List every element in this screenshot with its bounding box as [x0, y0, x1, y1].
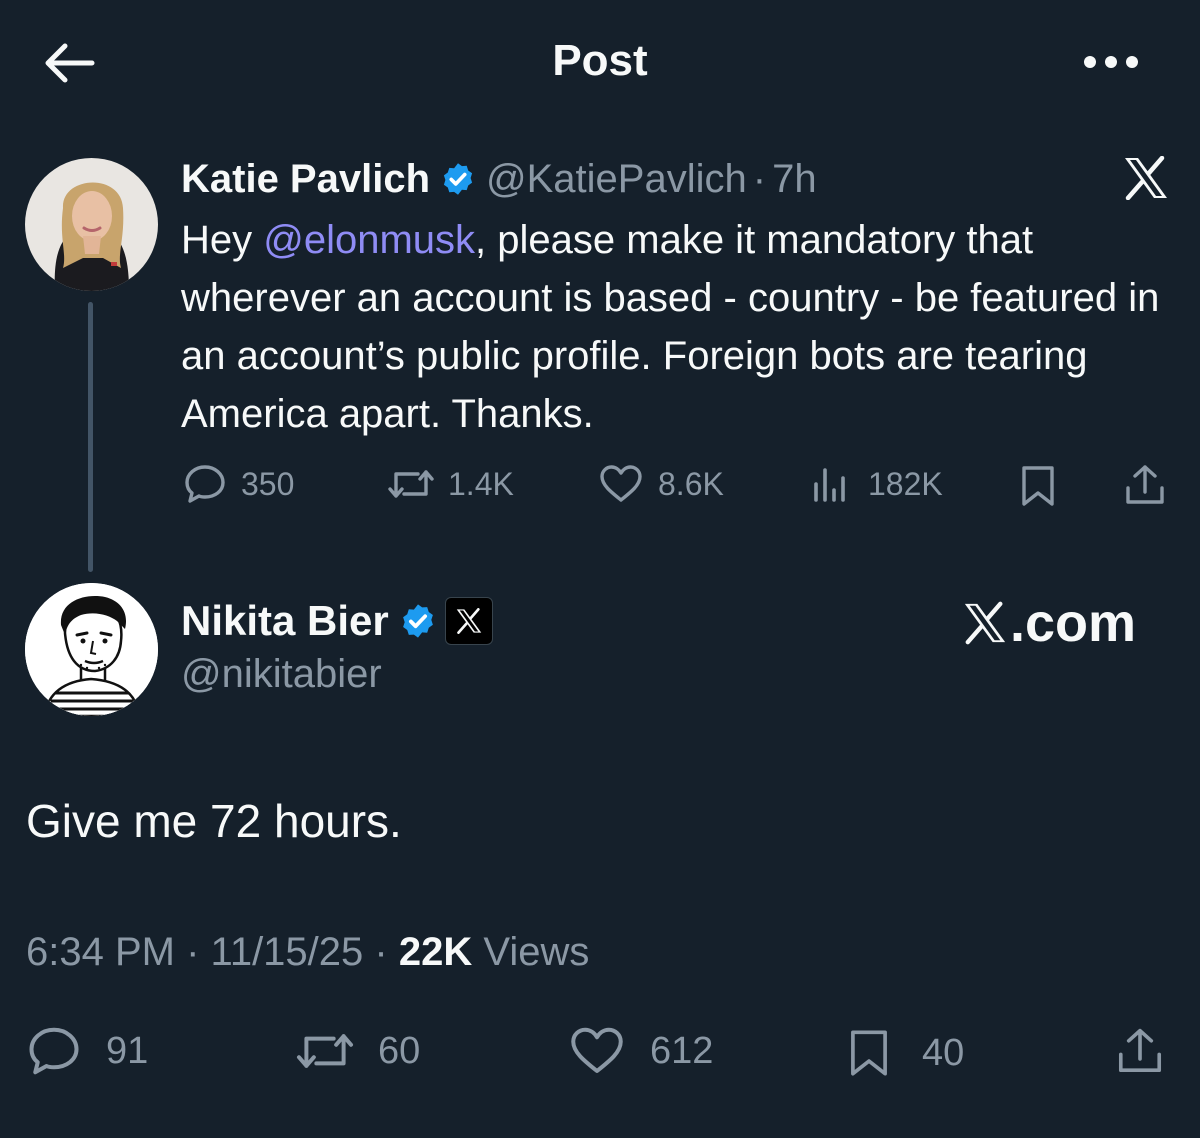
analytics-icon [814, 468, 845, 502]
repost-button[interactable]: 60 [294, 1026, 420, 1076]
reply-button[interactable]: 350 [183, 464, 294, 504]
x-com-label: .com [1010, 593, 1137, 653]
reply-count: 91 [106, 1029, 149, 1072]
repost-count: 60 [378, 1029, 421, 1072]
like-count: 612 [650, 1029, 714, 1072]
x-logo-icon [964, 601, 1006, 645]
tweet-text: Hey @elonmusk, please make it mandatory … [181, 211, 1166, 443]
mention-link[interactable]: @elonmusk [263, 218, 475, 262]
repost-icon [388, 470, 434, 498]
affiliation-badge[interactable] [444, 597, 493, 645]
author-handle[interactable]: @KatiePavlich [486, 157, 747, 202]
views-label: Views [483, 930, 590, 974]
views-count[interactable]: 22K [399, 930, 472, 974]
x-logo-icon [456, 608, 481, 634]
like-count: 8.6K [658, 465, 724, 502]
bookmark-button[interactable] [1018, 464, 1058, 508]
verified-badge-icon [443, 163, 473, 195]
like-button[interactable]: 8.6K [598, 464, 724, 504]
reply-icon [29, 1027, 79, 1075]
thread-connector [88, 302, 93, 572]
separator: · [374, 930, 388, 974]
x-logo-icon [1125, 156, 1167, 200]
author-handle[interactable]: @nikitabier [181, 652, 382, 697]
verified-badge-icon [402, 604, 433, 638]
heart-icon [571, 1027, 623, 1073]
main-tweet-header: Nikita Bier [181, 594, 493, 648]
author-name[interactable]: Katie Pavlich [181, 157, 430, 202]
heart-icon [600, 465, 642, 502]
x-com-watermark: .com [962, 592, 1136, 654]
avatar[interactable] [25, 158, 158, 291]
bookmark-count: 40 [922, 1031, 965, 1074]
author-name[interactable]: Nikita Bier [181, 597, 389, 645]
more-horizontal-icon [1084, 56, 1138, 68]
separator: · [752, 156, 767, 201]
share-icon [1118, 1028, 1162, 1073]
text-prefix: Hey [181, 218, 264, 262]
timestamp[interactable]: 7h [772, 157, 817, 202]
tweet-time[interactable]: 6:34 PM [26, 930, 175, 974]
view-count: 182K [868, 465, 943, 502]
like-button[interactable]: 612 [568, 1026, 713, 1076]
tweet-date[interactable]: 11/15/25 [211, 930, 364, 974]
repost-button[interactable]: 1.4K [386, 464, 514, 504]
bookmark-icon [851, 1030, 887, 1076]
reply-button[interactable]: 91 [26, 1026, 148, 1076]
more-options-button[interactable] [1080, 48, 1142, 76]
share-button[interactable] [1122, 462, 1168, 508]
tweet-text: Give me 72 hours. [26, 795, 402, 847]
share-icon [1126, 465, 1164, 504]
reply-count: 350 [241, 465, 295, 502]
repost-icon [296, 1034, 354, 1068]
parent-tweet-header: Katie Pavlich @KatiePavlich · 7h [181, 152, 817, 206]
avatar[interactable] [25, 583, 158, 716]
share-button[interactable] [1114, 1024, 1166, 1078]
views-button[interactable]: 182K [810, 464, 943, 504]
repost-count: 1.4K [448, 465, 514, 502]
page-title: Post [552, 36, 648, 85]
bookmark-button[interactable]: 40 [846, 1026, 964, 1080]
separator: · [186, 930, 200, 974]
reply-icon [185, 465, 225, 503]
tweet-meta: 6:34 PM · 11/15/25 · 22K Views [26, 930, 589, 975]
bookmark-icon [1022, 466, 1054, 506]
